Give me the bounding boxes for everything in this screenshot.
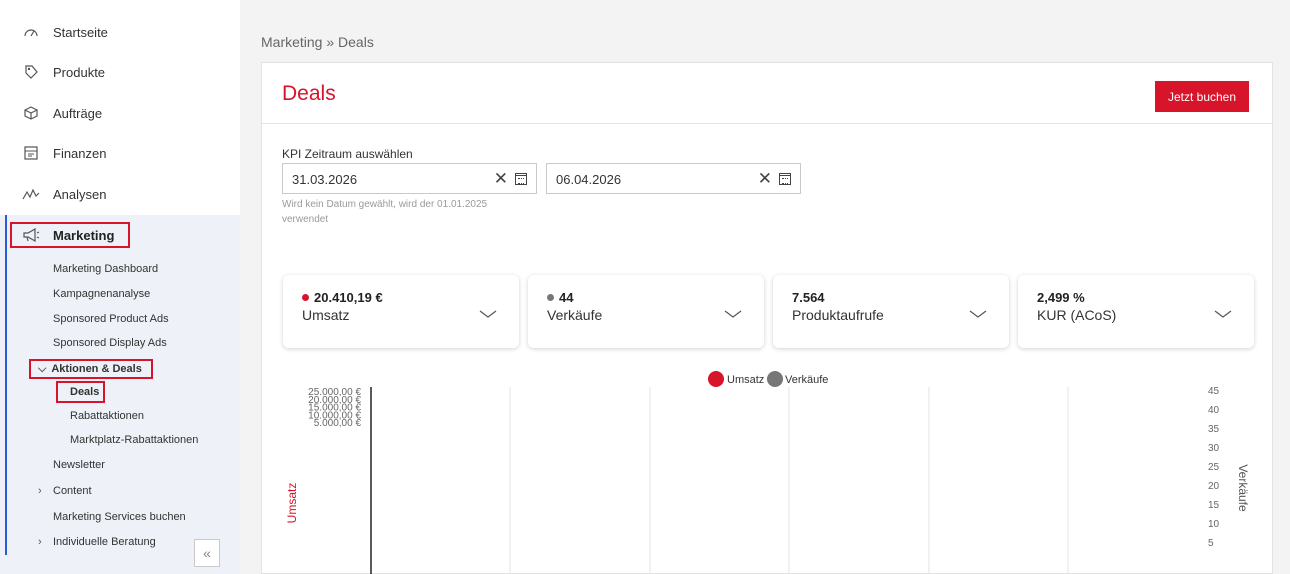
calendar-icon[interactable] <box>779 173 791 185</box>
breadcrumb: Marketing » Deals <box>261 34 374 50</box>
series-dot <box>302 294 309 301</box>
kpi-card-kur[interactable]: 2,499 % KUR (ACoS) <box>1018 275 1254 348</box>
calendar-icon[interactable] <box>515 173 527 185</box>
kpi-card-produktaufrufe[interactable]: 7.564 Produktaufrufe <box>773 275 1009 348</box>
chart-grid <box>509 387 1069 574</box>
subnav-newsletter[interactable]: Newsletter <box>53 459 105 471</box>
nav-item-produkte[interactable]: Produkte <box>0 52 240 92</box>
kpi-value-text: 20.410,19 € <box>314 290 383 305</box>
subnav-marketing-services-buchen[interactable]: Marketing Services buchen <box>53 511 186 523</box>
subnav-sponsored-display-ads[interactable]: Sponsored Display Ads <box>53 337 167 349</box>
kpi-value-text: 7.564 <box>792 290 825 305</box>
collapse-sidebar-button[interactable]: « <box>194 539 220 567</box>
subnav-kampagnenanalyse[interactable]: Kampagnenanalyse <box>53 288 150 300</box>
y2-axis-ticks: 45 40 35 30 25 20 15 10 5 <box>1208 386 1220 549</box>
subnav-content[interactable]: › Content <box>38 485 92 497</box>
legend-label-umsatz[interactable]: Umsatz <box>727 374 764 386</box>
subnav-sponsored-product-ads[interactable]: Sponsored Product Ads <box>53 313 169 325</box>
kpi-name: KUR (ACoS) <box>1037 307 1117 323</box>
end-date-input[interactable]: 06.04.2026 ✕ <box>546 163 801 194</box>
card-header: Deals Jetzt buchen <box>262 63 1272 124</box>
highlight-box <box>10 222 130 248</box>
nav-item-analysen[interactable]: Analysen <box>0 174 240 214</box>
y2-tick-label: 5 <box>1208 538 1214 549</box>
kpi-name: Verkäufe <box>547 307 603 323</box>
nav-label: Startseite <box>53 24 108 40</box>
sidebar: Startseite Produkte Aufträge Finanzen An… <box>0 0 240 574</box>
speedometer-icon <box>21 22 41 42</box>
highlight-box <box>56 381 105 403</box>
deals-card: Deals Jetzt buchen KPI Zeitraum auswähle… <box>261 62 1273 574</box>
chevron-right-icon: › <box>38 536 42 548</box>
kpi-value-text: 2,499 % <box>1037 290 1085 305</box>
kpi-value: 44 <box>547 290 573 305</box>
kpi-value: 20.410,19 € <box>302 290 383 305</box>
legend-label-verkaeufe[interactable]: Verkäufe <box>785 374 828 386</box>
y2-axis-title: Verkäufe <box>1236 464 1250 512</box>
clear-icon[interactable]: ✕ <box>758 169 772 189</box>
marketing-active-indicator <box>5 215 7 555</box>
nav-item-startseite[interactable]: Startseite <box>0 12 240 52</box>
y2-tick-label: 15 <box>1208 500 1220 511</box>
y2-tick-label: 20 <box>1208 481 1220 492</box>
kpi-period-label: KPI Zeitraum auswählen <box>282 147 413 161</box>
chart-legend: Umsatz Verkäufe <box>708 371 828 387</box>
y2-tick-label: 45 <box>1208 386 1220 397</box>
subnav-label: Individuelle Beratung <box>53 536 156 548</box>
chevron-down-icon <box>724 310 742 318</box>
subnav-individuelle-beratung[interactable]: › Individuelle Beratung <box>38 536 156 548</box>
package-icon <box>21 103 41 123</box>
subnav-marktplatz-rabattaktionen[interactable]: Marktplatz-Rabattaktionen <box>70 434 198 446</box>
chevron-down-icon <box>1214 310 1232 318</box>
y-axis-title: Umsatz <box>285 483 299 524</box>
y2-tick-label: 35 <box>1208 424 1220 435</box>
y2-tick-label: 30 <box>1208 443 1220 454</box>
sales-chart: Umsatz Verkäufe 25.000,00 €20.000,00 €15… <box>285 371 1250 574</box>
y2-tick-label: 25 <box>1208 462 1220 473</box>
nav-item-finanzen[interactable]: Finanzen <box>0 133 240 173</box>
double-chevron-left-icon: « <box>203 545 211 561</box>
price-tag-icon <box>21 62 41 82</box>
y-axis-ticks: 25.000,00 €20.000,00 €15.000,00 €10.000,… <box>308 387 361 429</box>
subnav-label: Content <box>53 485 92 497</box>
chevron-down-icon <box>969 310 987 318</box>
kpi-value-text: 44 <box>559 290 574 305</box>
subnav-marketing-dashboard[interactable]: Marketing Dashboard <box>53 263 158 275</box>
legend-marker-umsatz <box>708 371 724 387</box>
finance-icon <box>21 143 41 163</box>
clear-icon[interactable]: ✕ <box>494 169 508 189</box>
nav-label: Finanzen <box>53 145 107 161</box>
kpi-value: 2,499 % <box>1037 290 1085 305</box>
chevron-right-icon: › <box>38 485 42 497</box>
kpi-value: 7.564 <box>792 290 825 305</box>
end-date-value: 06.04.2026 <box>556 172 622 187</box>
y2-tick-label: 40 <box>1208 405 1220 416</box>
nav-label: Produkte <box>53 64 106 80</box>
series-dot <box>547 294 554 301</box>
start-date-input[interactable]: 31.03.2026 ✕ <box>282 163 537 194</box>
subnav-rabattaktionen[interactable]: Rabattaktionen <box>70 410 144 422</box>
kpi-name: Umsatz <box>302 307 350 323</box>
highlight-box <box>29 359 153 379</box>
kpi-name: Produktaufrufe <box>792 307 884 323</box>
analytics-icon <box>21 184 41 204</box>
nav-label: Analysen <box>53 186 107 202</box>
y2-tick-label: 10 <box>1208 519 1220 530</box>
jetzt-buchen-button[interactable]: Jetzt buchen <box>1155 81 1249 112</box>
y-tick-label: 5.000,00 € <box>314 418 362 429</box>
kpi-card-verkaeufe[interactable]: 44 Verkäufe <box>528 275 764 348</box>
nav-label: Aufträge <box>53 105 103 121</box>
date-hint: Wird kein Datum gewählt, wird der 01.01.… <box>282 199 488 225</box>
chevron-down-icon <box>479 310 497 318</box>
kpi-card-umsatz[interactable]: 20.410,19 € Umsatz <box>283 275 519 348</box>
legend-marker-verkaeufe <box>767 371 783 387</box>
nav-item-auftraege[interactable]: Aufträge <box>0 93 240 133</box>
start-date-value: 31.03.2026 <box>292 172 358 187</box>
page-title: Deals <box>282 82 336 105</box>
